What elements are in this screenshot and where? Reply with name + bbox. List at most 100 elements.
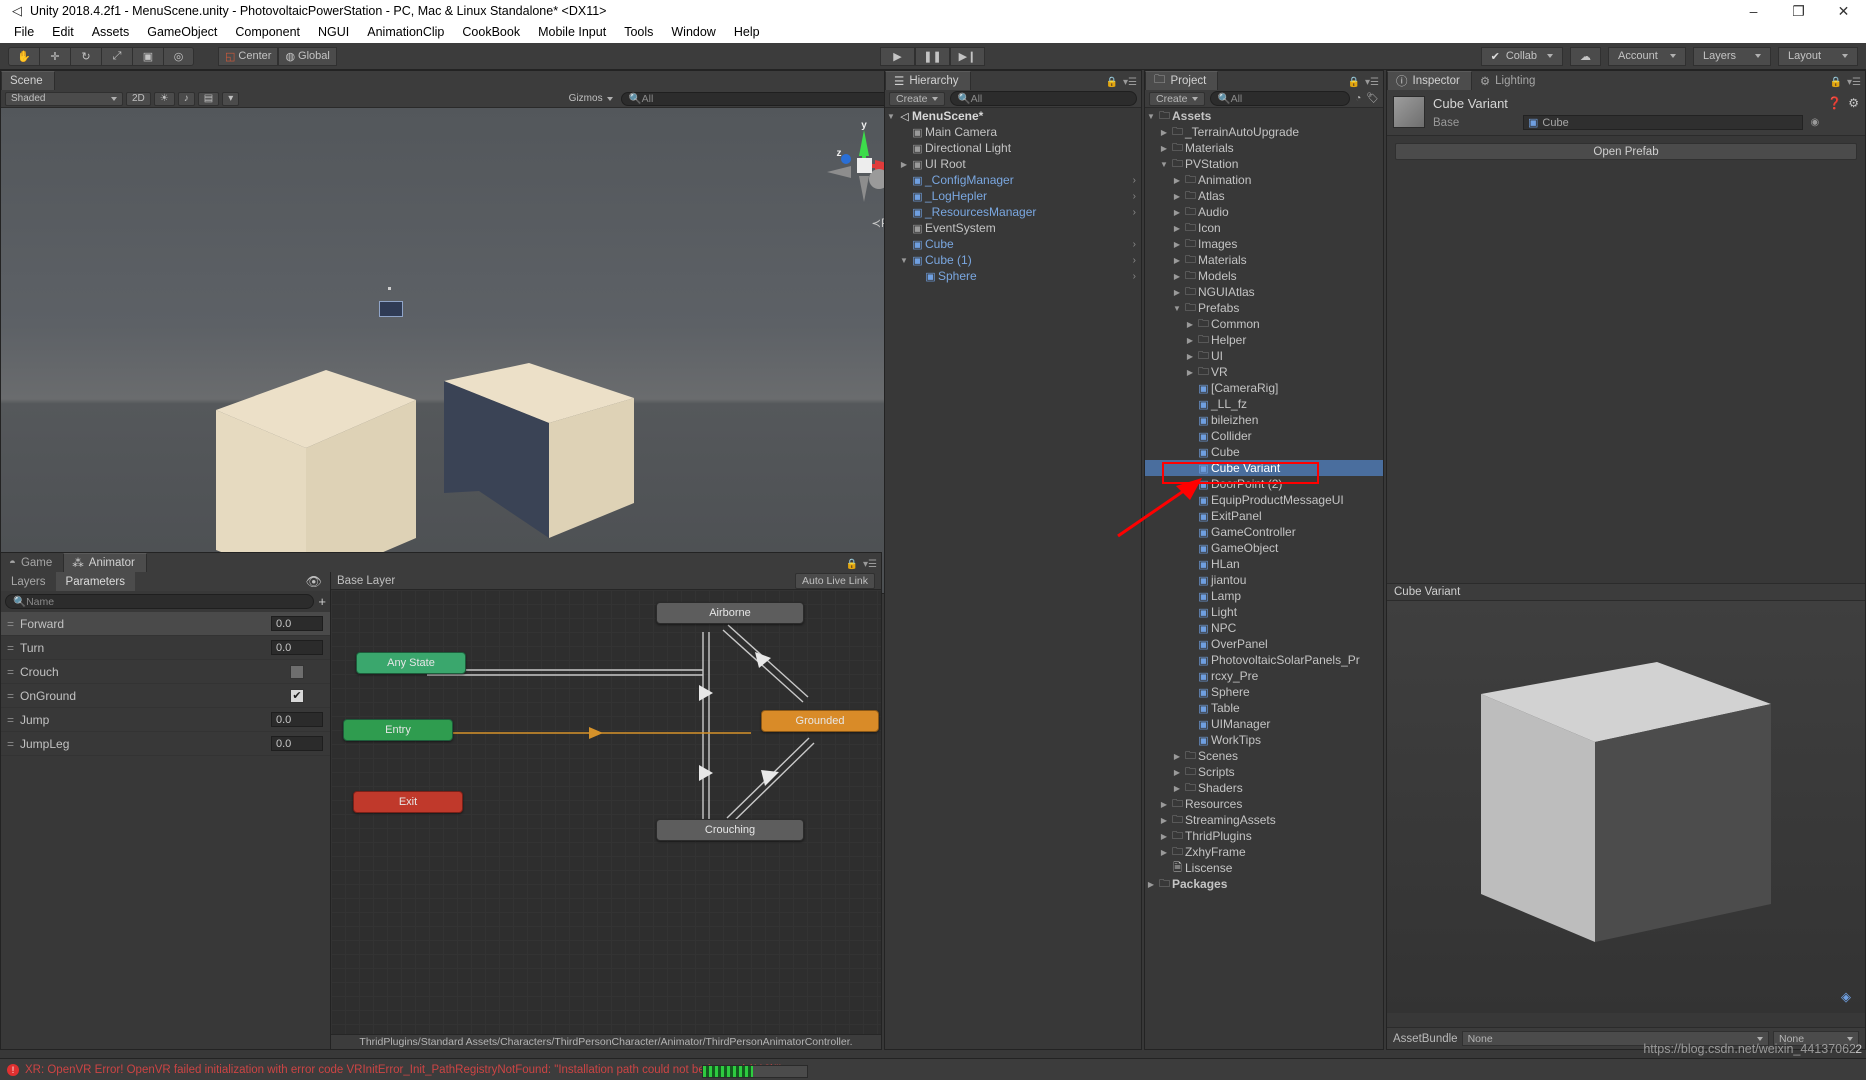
- panel-menu-icon[interactable]: ▾☰: [1847, 77, 1861, 88]
- tree-row[interactable]: ▶ ▣ UI Root: [885, 156, 1141, 172]
- step-button[interactable]: ▶❙: [950, 46, 985, 66]
- tree-row[interactable]: ▼ ▣ Cube (1) ›: [885, 252, 1141, 268]
- tree-row[interactable]: ▣ Sphere: [1145, 684, 1383, 700]
- parameter-checkbox[interactable]: ✔: [290, 688, 304, 703]
- tree-row[interactable]: ▣ Collider: [1145, 428, 1383, 444]
- twist-expanded-icon[interactable]: ▼: [898, 256, 910, 265]
- tree-row[interactable]: ▣ bileizhen: [1145, 412, 1383, 428]
- animator-state-node[interactable]: Any State: [356, 652, 466, 674]
- parameter-search-input[interactable]: 🔍 Name: [5, 594, 315, 609]
- twist-expanded-icon[interactable]: ▼: [885, 112, 897, 121]
- cloud-button[interactable]: ☁: [1570, 46, 1601, 66]
- tree-row[interactable]: ▣ NPC: [1145, 620, 1383, 636]
- parameter-value-field[interactable]: 0.0: [271, 640, 323, 655]
- menu-item-cookbook[interactable]: CookBook: [453, 22, 529, 43]
- parameter-row[interactable]: = Forward 0.0: [1, 612, 330, 636]
- parameter-value-field[interactable]: 0.0: [271, 616, 323, 631]
- project-tree[interactable]: ▼ 🗀 Assets ▶ 🗀 _TerrainAutoUpgrade ▶ 🗀 Materials…: [1145, 108, 1383, 892]
- scene-fx-button[interactable]: ▤: [197, 91, 220, 106]
- prefab-open-chevron-icon[interactable]: ›: [1133, 255, 1141, 266]
- twist-collapsed-icon[interactable]: ▶: [1158, 144, 1170, 153]
- filter-by-label-icon[interactable]: 🏷: [1366, 93, 1379, 104]
- tree-row-selected[interactable]: ▣ Cube Variant: [1145, 460, 1383, 476]
- tab-lighting[interactable]: ⚙ Lighting: [1471, 71, 1547, 90]
- twist-collapsed-icon[interactable]: ▶: [1171, 272, 1183, 281]
- tree-row[interactable]: ▣ Light: [1145, 604, 1383, 620]
- tree-row[interactable]: ▣ _ResourcesManager ›: [885, 204, 1141, 220]
- twist-collapsed-icon[interactable]: ▶: [1171, 208, 1183, 217]
- prefab-open-chevron-icon[interactable]: ›: [1133, 175, 1141, 186]
- scene-lighting-button[interactable]: ☀: [153, 91, 175, 106]
- tree-row[interactable]: ▣ _ConfigManager ›: [885, 172, 1141, 188]
- tree-row[interactable]: ▼ 🗀 Prefabs: [1145, 300, 1383, 316]
- twist-collapsed-icon[interactable]: ▶: [1171, 240, 1183, 249]
- scale-tool-button[interactable]: ⤢: [101, 46, 132, 66]
- tree-row[interactable]: ▣ Cube ›: [885, 236, 1141, 252]
- animator-state-node[interactable]: Grounded: [761, 710, 879, 732]
- tab-animator[interactable]: ⁂ Animator: [63, 553, 147, 572]
- shading-mode-dropdown[interactable]: Shaded: [5, 91, 123, 106]
- tab-game[interactable]: ◓ Game: [1, 553, 64, 572]
- tree-row[interactable]: ▣ PhotovoltaicSolarPanels_Pr: [1145, 652, 1383, 668]
- prefab-open-chevron-icon[interactable]: ›: [1133, 271, 1141, 282]
- tree-row[interactable]: ▣ jiantou: [1145, 572, 1383, 588]
- menu-item-ngui[interactable]: NGUI: [309, 22, 358, 43]
- tree-row[interactable]: ▶ 🗀 Scripts: [1145, 764, 1383, 780]
- project-search-input[interactable]: 🔍 All: [1209, 91, 1351, 106]
- prefab-open-chevron-icon[interactable]: ›: [1133, 191, 1141, 202]
- tree-row[interactable]: ▣ [CameraRig]: [1145, 380, 1383, 396]
- animator-state-node[interactable]: Exit: [353, 791, 463, 813]
- tree-row[interactable]: ▣ EventSystem: [885, 220, 1141, 236]
- twist-collapsed-icon[interactable]: ▶: [898, 160, 910, 169]
- tree-row[interactable]: ▣ ExitPanel: [1145, 508, 1383, 524]
- twist-expanded-icon[interactable]: ▼: [1171, 304, 1183, 313]
- tree-row[interactable]: ▶ 🗀 Animation: [1145, 172, 1383, 188]
- tree-row[interactable]: ▶ 🗀 NGUIAtlas: [1145, 284, 1383, 300]
- gizmos-dropdown[interactable]: Gizmos: [564, 92, 618, 106]
- tree-row[interactable]: ▶ 🗀 UI: [1145, 348, 1383, 364]
- parameter-value-field[interactable]: 0.0: [271, 712, 323, 727]
- twist-collapsed-icon[interactable]: ▶: [1184, 336, 1196, 345]
- menu-item-mobile-input[interactable]: Mobile Input: [529, 22, 615, 43]
- filter-by-type-icon[interactable]: ◔: [1355, 93, 1361, 104]
- tab-project[interactable]: 🗀 Project: [1145, 71, 1219, 90]
- gear-icon[interactable]: ⚙: [1848, 96, 1859, 110]
- tree-row[interactable]: ▶ 🗀 Atlas: [1145, 188, 1383, 204]
- tab-hierarchy[interactable]: ☰ Hierarchy: [885, 71, 971, 90]
- preview-toggle-icon[interactable]: ◈: [1841, 989, 1851, 1005]
- menu-item-window[interactable]: Window: [662, 22, 724, 43]
- maximize-button[interactable]: ❐: [1776, 0, 1821, 22]
- drag-handle-icon[interactable]: =: [7, 665, 20, 679]
- rotate-tool-button[interactable]: ↻: [70, 46, 101, 66]
- panel-menu-icon[interactable]: ▾☰: [1123, 77, 1137, 88]
- twist-collapsed-icon[interactable]: ▶: [1171, 192, 1183, 201]
- parameter-row[interactable]: = OnGround ✔: [1, 684, 330, 708]
- scene-fx-dropdown[interactable]: ▾: [222, 91, 240, 106]
- tree-row[interactable]: ▣ WorkTips: [1145, 732, 1383, 748]
- tree-row[interactable]: 🗎 Liscense: [1145, 860, 1383, 876]
- twist-expanded-icon[interactable]: ▼: [1145, 112, 1157, 121]
- tree-row[interactable]: ▣ GameController: [1145, 524, 1383, 540]
- auto-live-link-button[interactable]: Auto Live Link: [795, 572, 875, 589]
- tree-row[interactable]: ▣ OverPanel: [1145, 636, 1383, 652]
- lock-icon[interactable]: 🔒: [1830, 77, 1842, 88]
- help-icon[interactable]: ❓: [1827, 96, 1842, 110]
- tree-row[interactable]: ▣ Table: [1145, 700, 1383, 716]
- twist-collapsed-icon[interactable]: ▶: [1171, 176, 1183, 185]
- drag-handle-icon[interactable]: =: [7, 617, 20, 631]
- drag-handle-icon[interactable]: =: [7, 641, 20, 655]
- subtab-parameters[interactable]: Parameters: [55, 572, 135, 591]
- animator-state-graph[interactable]: Airborne Any State Entry Grounded Exit Crouch…: [331, 590, 881, 1049]
- layers-button[interactable]: Layers: [1693, 46, 1771, 66]
- play-button[interactable]: ▶: [880, 46, 915, 66]
- lock-icon[interactable]: 🔒: [846, 559, 858, 570]
- twist-collapsed-icon[interactable]: ▶: [1171, 256, 1183, 265]
- collab-button[interactable]: ✔ Collab: [1480, 46, 1563, 66]
- menu-item-tools[interactable]: Tools: [615, 22, 662, 43]
- twist-collapsed-icon[interactable]: ▶: [1171, 784, 1183, 793]
- drag-handle-icon[interactable]: =: [7, 713, 20, 727]
- twist-expanded-icon[interactable]: ▼: [1158, 160, 1170, 169]
- twist-collapsed-icon[interactable]: ▶: [1171, 224, 1183, 233]
- twist-collapsed-icon[interactable]: ▶: [1158, 848, 1170, 857]
- tree-row[interactable]: ▼ 🗀 PVStation: [1145, 156, 1383, 172]
